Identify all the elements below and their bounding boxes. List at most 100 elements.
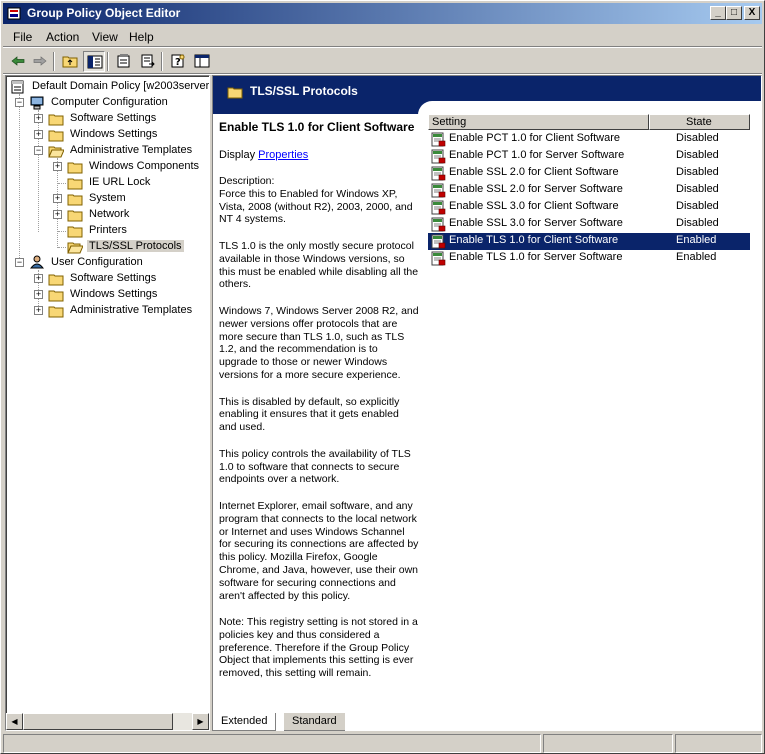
tree-item-windows-components[interactable]: + Windows Components	[8, 159, 208, 175]
policy-scroll-icon	[11, 80, 24, 94]
tree-item-uc-administrative-templates[interactable]: + Administrative Templates	[8, 303, 208, 319]
forward-button[interactable]	[29, 51, 51, 72]
tree-item-ie-url-lock[interactable]: IE URL Lock	[8, 175, 208, 191]
tree-label-tls-ssl-protocols: TLS/SSL Protocols	[87, 240, 184, 252]
description-paragraph: Internet Explorer, email software, and a…	[219, 499, 419, 602]
description-paragraph: TLS 1.0 is the only mostly secure protoc…	[219, 239, 419, 291]
help-button[interactable]: ?	[167, 51, 189, 72]
collapse-toggle[interactable]: −	[34, 146, 43, 155]
column-header-setting[interactable]: Setting	[428, 114, 649, 130]
maximize-button[interactable]: □	[726, 6, 742, 20]
tab-standard[interactable]: Standard	[284, 713, 345, 731]
expand-toggle[interactable]: +	[34, 290, 43, 299]
tree-label-system: System	[89, 192, 126, 204]
tree-horizontal-scrollbar[interactable]: ◀ ▶	[6, 713, 209, 730]
tree-item-cc-software-settings[interactable]: + Software Settings	[8, 111, 208, 127]
description-paragraph: Description: Force this to Enabled for W…	[219, 175, 413, 226]
properties-link[interactable]: Properties	[258, 149, 308, 161]
expand-toggle[interactable]: +	[34, 114, 43, 123]
svg-text:?: ?	[175, 57, 181, 68]
setting-state: Disabled	[676, 200, 719, 212]
tree-label-windows-components: Windows Components	[89, 160, 200, 172]
expand-toggle[interactable]: +	[34, 274, 43, 283]
expand-toggle[interactable]: +	[53, 162, 62, 171]
description-paragraph: Windows 7, Windows Server 2008 R2, and n…	[219, 304, 419, 381]
tree-item-printers[interactable]: Printers	[8, 223, 208, 239]
setting-state: Disabled	[676, 183, 719, 195]
menu-file[interactable]: File	[13, 30, 32, 44]
export-list-button[interactable]	[137, 51, 159, 72]
tree-item-uc-software-settings[interactable]: + Software Settings	[8, 271, 208, 287]
menu-help[interactable]: Help	[129, 30, 154, 44]
tree-label-windows-settings: Windows Settings	[70, 288, 158, 300]
settings-list[interactable]: Setting State Enable PCT 1.0 for Client …	[428, 114, 761, 314]
up-one-level-button[interactable]	[59, 51, 81, 72]
folder-icon	[67, 162, 83, 174]
tree-item-computer-configuration[interactable]: − Computer Configuration	[8, 95, 208, 111]
show-hide-tree-button[interactable]	[83, 51, 105, 72]
folder-icon	[48, 306, 64, 318]
title-bar[interactable]: Group Policy Object Editor _ □ X	[3, 3, 762, 24]
list-row[interactable]: Enable TLS 1.0 for Client Software Enable…	[428, 233, 750, 250]
tree-item-system[interactable]: + System	[8, 191, 208, 207]
setting-name: Enable TLS 1.0 for Server Software	[449, 251, 623, 263]
view-tabs: Extended Standard	[212, 713, 372, 731]
tree-label-administrative-templates: Administrative Templates	[70, 304, 193, 316]
setting-title: Enable TLS 1.0 for Client Software	[219, 120, 415, 134]
list-row[interactable]: Enable TLS 1.0 for Server Software Enable…	[428, 250, 750, 267]
tree-label-software-settings: Software Settings	[70, 112, 157, 124]
column-header-state[interactable]: State	[649, 114, 750, 130]
collapse-toggle[interactable]: −	[15, 258, 24, 267]
tab-extended[interactable]: Extended	[212, 713, 277, 731]
console-view-button[interactable]	[191, 51, 213, 72]
tree-pane[interactable]: Default Domain Policy [w2003server. − Co…	[5, 75, 210, 731]
console-view-icon	[194, 54, 210, 68]
tree-connector	[58, 231, 66, 232]
menu-action[interactable]: Action	[46, 30, 79, 44]
minimize-button[interactable]: _	[710, 6, 726, 20]
collapse-toggle[interactable]: −	[15, 98, 24, 107]
close-button[interactable]: X	[744, 6, 760, 20]
setting-state: Disabled	[676, 166, 719, 178]
tree-item-network[interactable]: + Network	[8, 207, 208, 223]
status-cell	[543, 734, 673, 753]
scroll-right-arrow-icon[interactable]: ▶	[192, 713, 209, 730]
list-row[interactable]: Enable SSL 2.0 for Client Software Disabl…	[428, 165, 750, 182]
scroll-left-arrow-icon[interactable]: ◀	[6, 713, 23, 730]
setting-name: Enable PCT 1.0 for Client Software	[449, 132, 620, 144]
list-row[interactable]: Enable SSL 2.0 for Server Software Disabl…	[428, 182, 750, 199]
tree-connector	[58, 183, 66, 184]
list-row[interactable]: Enable PCT 1.0 for Client Software Disabl…	[428, 131, 750, 148]
open-folder-icon	[67, 242, 83, 254]
tree-connector	[58, 247, 66, 248]
tree-item-uc-windows-settings[interactable]: + Windows Settings	[8, 287, 208, 303]
tree-item-root[interactable]: Default Domain Policy [w2003server.	[8, 79, 209, 95]
folder-icon	[67, 226, 83, 238]
window-title: Group Policy Object Editor	[27, 6, 181, 20]
tree-label-administrative-templates: Administrative Templates	[70, 144, 193, 156]
description-paragraph: This policy controls the availability of…	[219, 447, 411, 486]
back-button[interactable]	[7, 51, 29, 72]
list-row[interactable]: Enable SSL 3.0 for Client Software Disabl…	[428, 199, 750, 216]
expand-toggle[interactable]: +	[53, 194, 62, 203]
details-pane: TLS/SSL Protocols Enable TLS 1.0 for Cli…	[212, 75, 762, 731]
expand-toggle[interactable]: +	[34, 306, 43, 315]
list-row[interactable]: Enable SSL 3.0 for Server Software Disabl…	[428, 216, 750, 233]
tree-item-cc-administrative-templates[interactable]: − Administrative Templates	[8, 143, 208, 159]
expand-toggle[interactable]: +	[34, 130, 43, 139]
tree-item-tls-ssl-protocols[interactable]: TLS/SSL Protocols	[8, 239, 208, 255]
menu-bar: File Action View Help	[3, 27, 762, 46]
properties-button[interactable]	[113, 51, 135, 72]
tree-item-user-configuration[interactable]: − User Configuration	[8, 255, 208, 271]
list-row[interactable]: Enable PCT 1.0 for Server Software Disabl…	[428, 148, 750, 165]
expand-toggle[interactable]: +	[53, 210, 62, 219]
show-hide-tree-icon	[87, 55, 103, 69]
help-icon: ?	[171, 54, 185, 68]
export-list-icon	[141, 54, 155, 68]
setting-name: Enable SSL 2.0 for Server Software	[449, 183, 623, 195]
setting-state: Disabled	[676, 217, 719, 229]
tree-label-ie-url-lock: IE URL Lock	[89, 176, 151, 188]
scrollbar-thumb[interactable]	[23, 713, 173, 730]
menu-view[interactable]: View	[92, 30, 118, 44]
tree-item-cc-windows-settings[interactable]: + Windows Settings	[8, 127, 208, 143]
